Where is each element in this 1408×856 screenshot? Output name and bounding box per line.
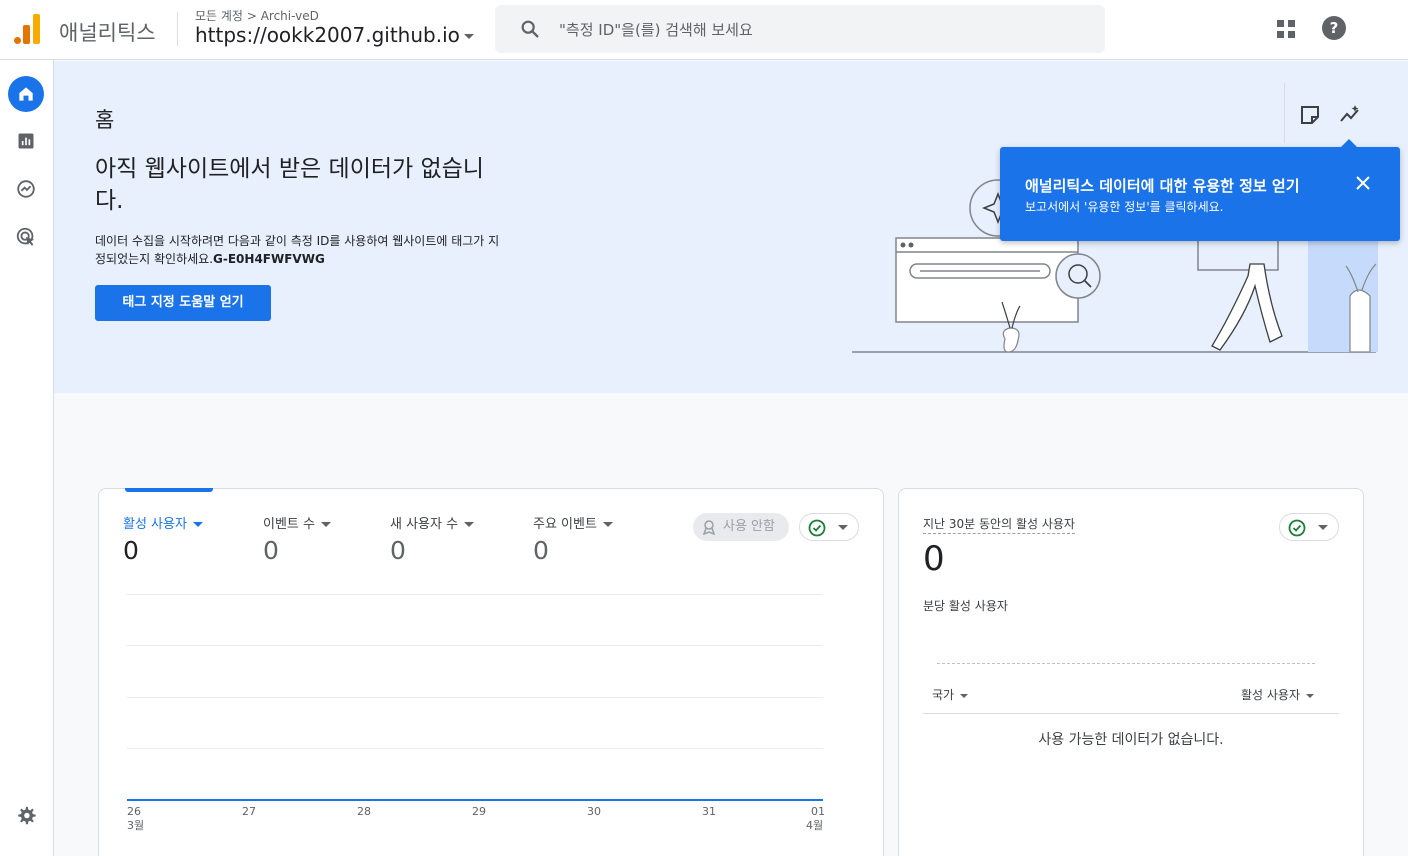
chevron-down-icon <box>464 522 475 527</box>
metric-tab-active-users[interactable]: 활성 사용자 0 <box>123 513 203 565</box>
chevron-down-icon <box>1306 693 1315 698</box>
chevron-down-icon <box>602 522 613 527</box>
chevron-down-icon <box>1318 525 1328 530</box>
disabled-pill: 사용 안함 <box>693 513 789 541</box>
metric-tab-new-users[interactable]: 새 사용자 수 0 <box>390 513 475 565</box>
top-bar: 애널리틱스 모든 계정 > Archi-veD https://ookk2007… <box>0 0 1408 60</box>
no-data-headline: 아직 웹사이트에서 받은 데이터가 없습니다. <box>95 156 484 214</box>
x-tick-label: 01 <box>811 805 825 818</box>
metric-label: 활성 사용자 <box>123 517 187 532</box>
line-chart: 3월 4월 26 27 28 29 30 31 01 <box>127 594 827 834</box>
metric-value: 0 <box>263 536 279 565</box>
active-tab-indicator <box>125 488 213 492</box>
realtime-value: 0 <box>923 539 945 579</box>
nav-settings[interactable] <box>8 798 44 834</box>
metric-value: 0 <box>533 536 549 565</box>
metric-value: 0 <box>390 536 406 565</box>
metric-tab-key-events[interactable]: 주요 이벤트 0 <box>533 513 613 565</box>
column-country[interactable]: 국가 <box>932 686 969 703</box>
property-name: https://ookk2007.github.io <box>195 23 460 47</box>
nav-home[interactable] <box>8 76 44 112</box>
close-icon[interactable] <box>1354 174 1372 192</box>
search-placeholder: "측정 ID"을(를) 검색해 보세요 <box>559 21 753 39</box>
divider <box>1284 83 1285 143</box>
advertising-icon <box>16 227 35 246</box>
empty-message: 사용 가능한 데이터가 없습니다. <box>1038 732 1224 748</box>
tooltip-title: 애널리틱스 데이터에 대한 유용한 정보 얻기 <box>1025 177 1300 195</box>
search-bar[interactable]: "측정 ID"을(를) 검색해 보세요 <box>495 5 1105 53</box>
metric-label: 새 사용자 수 <box>390 517 459 532</box>
page-title: 홈 <box>95 108 115 132</box>
series-line <box>127 799 823 801</box>
app-name: 애널리틱스 <box>59 21 156 45</box>
x-tick-label: 28 <box>357 805 371 818</box>
metric-value: 0 <box>123 536 139 565</box>
data-status-button[interactable] <box>1279 513 1339 541</box>
grid-line <box>127 697 823 698</box>
x-tick-label: 27 <box>242 805 256 818</box>
realtime-card: 지난 30분 동안의 활성 사용자 0 분당 활성 사용자 국가 활성 사용자 … <box>898 488 1364 856</box>
chevron-down-icon <box>192 522 203 527</box>
award-icon <box>702 520 716 535</box>
check-circle-icon <box>808 519 826 537</box>
search-icon <box>521 20 539 38</box>
x-tick-label: 31 <box>702 805 716 818</box>
metric-label: 주요 이벤트 <box>533 517 597 532</box>
chevron-down-icon <box>960 693 969 698</box>
column-active-users[interactable]: 활성 사용자 <box>1241 686 1315 703</box>
reports-icon <box>18 133 34 149</box>
breadcrumb-account: Archi-veD <box>260 9 319 23</box>
disabled-label: 사용 안함 <box>723 519 775 534</box>
column-label: 국가 <box>932 688 955 702</box>
measurement-id: G-E0H4FWFVWG <box>213 252 325 266</box>
x-tick-label: 30 <box>587 805 601 818</box>
breadcrumb[interactable]: 모든 계정 > Archi-veD <box>195 7 319 24</box>
nav-explore[interactable] <box>8 171 44 207</box>
x-tick-label: 29 <box>472 805 486 818</box>
grid-line <box>127 594 823 595</box>
gear-icon <box>18 806 36 825</box>
per-minute-chart <box>937 663 1315 664</box>
check-circle-icon <box>1288 519 1306 537</box>
insights-tooltip: 애널리틱스 데이터에 대한 유용한 정보 얻기 보고서에서 '유용한 정보'를 … <box>1000 139 1400 241</box>
breadcrumb-separator: > <box>246 9 257 23</box>
left-nav <box>0 60 54 856</box>
apps-grid-icon[interactable] <box>1274 17 1298 41</box>
nav-reports[interactable] <box>8 123 44 159</box>
realtime-title[interactable]: 지난 30분 동안의 활성 사용자 <box>923 515 1075 534</box>
tooltip-subtitle: 보고서에서 '유용한 정보'를 클릭하세요. <box>1025 200 1224 214</box>
grid-line <box>127 645 823 646</box>
data-status-button[interactable] <box>799 513 859 541</box>
property-selector[interactable]: https://ookk2007.github.io <box>195 23 474 47</box>
chevron-down-icon <box>838 525 848 530</box>
divider <box>177 12 178 46</box>
metric-label: 이벤트 수 <box>263 517 315 532</box>
x-tick-label: 26 <box>127 805 141 818</box>
grid-line <box>127 748 823 749</box>
explore-icon <box>17 180 35 198</box>
x-month-label: 3월 <box>127 819 145 832</box>
per-minute-label: 분당 활성 사용자 <box>923 599 1008 613</box>
help-icon[interactable]: ? <box>1322 16 1346 40</box>
x-month-label: 4월 <box>806 819 824 832</box>
breadcrumb-root: 모든 계정 <box>195 9 243 23</box>
analytics-logo-icon[interactable] <box>14 14 40 44</box>
home-icon <box>19 87 33 101</box>
chevron-down-icon <box>320 522 331 527</box>
overview-card: 활성 사용자 0 이벤트 수 0 새 사용자 수 0 주요 이벤트 0 사용 안… <box>98 488 884 856</box>
divider <box>923 713 1339 714</box>
insights-icon[interactable] <box>1338 103 1362 127</box>
nav-advertising[interactable] <box>8 219 44 255</box>
hero-description: 데이터 수집을 시작하려면 다음과 같이 측정 ID를 사용하여 웹사이트에 태… <box>95 232 505 268</box>
metric-tab-event-count[interactable]: 이벤트 수 0 <box>263 513 331 565</box>
notes-icon[interactable] <box>1298 103 1322 127</box>
column-label: 활성 사용자 <box>1241 688 1301 702</box>
tag-help-button[interactable]: 태그 지정 도움말 얻기 <box>95 285 271 321</box>
chevron-down-icon <box>463 34 474 39</box>
